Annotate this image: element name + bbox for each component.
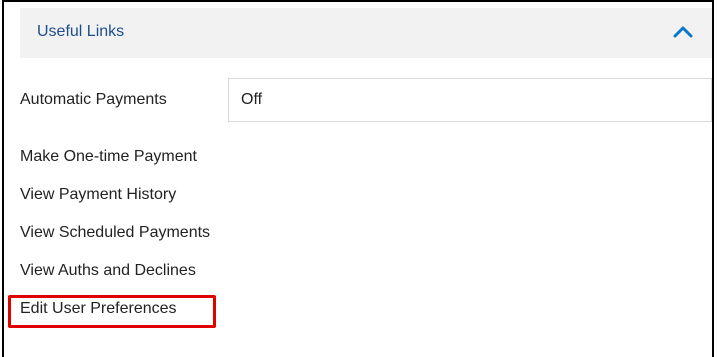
view-auths-and-declines-link[interactable]: View Auths and Declines: [20, 260, 210, 298]
panel-title: Useful Links: [37, 23, 125, 40]
view-scheduled-payments-link[interactable]: View Scheduled Payments: [20, 222, 210, 260]
make-one-time-payment-link[interactable]: Make One-time Payment: [20, 146, 210, 184]
automatic-payments-row: Automatic Payments Off: [20, 78, 712, 122]
panel-header[interactable]: Useful Links: [20, 8, 712, 58]
automatic-payments-value-field: Off: [228, 78, 712, 122]
highlight-box: [8, 295, 216, 328]
view-payment-history-link[interactable]: View Payment History: [20, 184, 210, 222]
automatic-payments-value: Off: [241, 91, 263, 108]
automatic-payments-label: Automatic Payments: [20, 91, 167, 108]
chevron-up-icon[interactable]: [672, 21, 694, 43]
